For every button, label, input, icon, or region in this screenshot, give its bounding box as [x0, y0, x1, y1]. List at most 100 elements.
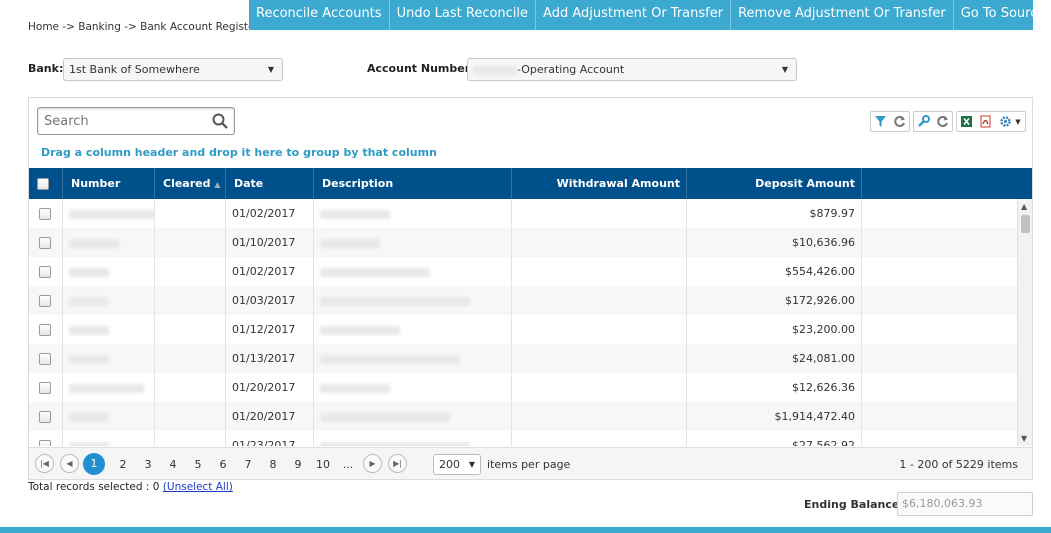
cell-cleared: [155, 431, 226, 446]
page-size-value: 200: [439, 458, 460, 471]
table-row[interactable]: 01/20/2017 $1,914,472.40: [29, 402, 1018, 431]
page-number-4[interactable]: 4: [164, 454, 182, 475]
table-row[interactable]: 01/10/2017 $10,636.96: [29, 228, 1018, 257]
breadcrumb: Home -> Banking -> Bank Account Register: [28, 21, 259, 33]
table-row[interactable]: 01/02/2017 $879.97: [29, 199, 1018, 228]
cell-description: [314, 344, 512, 373]
cell-withdrawal: [512, 199, 687, 228]
excel-export-icon[interactable]: [957, 112, 976, 131]
cell-number: [63, 199, 155, 228]
column-header-cleared[interactable]: Cleared ▲: [155, 168, 226, 199]
ending-balance-field: $6,180,063.93: [897, 492, 1033, 516]
column-header-number[interactable]: Number: [63, 168, 155, 199]
column-header-deposit[interactable]: Deposit Amount: [687, 168, 862, 199]
table-row[interactable]: 01/23/2017 $27,562.92: [29, 431, 1018, 446]
row-checkbox-cell: [29, 286, 63, 315]
cell-description: [314, 431, 512, 446]
cell-spacer: [862, 228, 1018, 257]
cell-description: [314, 257, 512, 286]
account-select[interactable]: -Operating Account ▼: [467, 58, 797, 81]
cell-cleared: [155, 402, 226, 431]
select-all-checkbox[interactable]: [37, 178, 49, 190]
row-checkbox[interactable]: [39, 440, 51, 446]
redacted-number: [69, 209, 154, 219]
pager-summary: 1 - 200 of 5229 items: [899, 458, 1018, 471]
cell-withdrawal: [512, 373, 687, 402]
redacted-number: [69, 238, 119, 248]
scroll-up-icon[interactable]: ▲: [1021, 202, 1027, 211]
remove-adjustment-button[interactable]: Remove Adjustment Or Transfer: [731, 0, 954, 30]
page-number-10[interactable]: 10: [314, 454, 332, 475]
redacted-description: [320, 325, 400, 335]
row-checkbox[interactable]: [39, 208, 51, 220]
redacted-description: [320, 267, 430, 277]
page-number-1[interactable]: 1: [83, 453, 105, 475]
last-page-icon[interactable]: ▶|: [388, 454, 407, 473]
page-number-7[interactable]: 7: [239, 454, 257, 475]
selected-count: Total records selected : 0: [28, 481, 160, 493]
cell-spacer: [862, 315, 1018, 344]
refresh-filter-icon[interactable]: [890, 112, 909, 131]
cell-number: [63, 286, 155, 315]
cell-deposit: $1,914,472.40: [687, 402, 862, 431]
first-page-icon[interactable]: |◀: [35, 454, 54, 473]
search-input[interactable]: [44, 109, 214, 133]
search-icon[interactable]: [212, 113, 228, 129]
reconcile-accounts-button[interactable]: Reconcile Accounts: [249, 0, 390, 30]
page-number-3[interactable]: 3: [139, 454, 157, 475]
cell-description: [314, 199, 512, 228]
bank-select[interactable]: 1st Bank of Somewhere ▼: [63, 58, 283, 81]
table-row[interactable]: 01/03/2017 $172,926.00: [29, 286, 1018, 315]
cell-date: 01/02/2017: [226, 257, 314, 286]
row-checkbox-cell: [29, 257, 63, 286]
page-number-5[interactable]: 5: [189, 454, 207, 475]
chevron-down-icon: ▼: [1015, 117, 1021, 126]
add-adjustment-button[interactable]: Add Adjustment Or Transfer: [536, 0, 732, 30]
page-ellipsis[interactable]: ...: [339, 454, 357, 475]
cell-cleared: [155, 373, 226, 402]
table-row[interactable]: 01/02/2017 $554,426.00: [29, 257, 1018, 286]
page-number-9[interactable]: 9: [289, 454, 307, 475]
page-number-8[interactable]: 8: [264, 454, 282, 475]
row-checkbox[interactable]: [39, 411, 51, 423]
row-checkbox[interactable]: [39, 324, 51, 336]
cell-deposit: $10,636.96: [687, 228, 862, 257]
row-checkbox-cell: [29, 344, 63, 373]
row-checkbox[interactable]: [39, 266, 51, 278]
filter-icon[interactable]: [871, 112, 890, 131]
page-number-2[interactable]: 2: [114, 454, 132, 475]
cell-number: [63, 228, 155, 257]
next-page-icon[interactable]: ▶: [363, 454, 382, 473]
cell-deposit: $879.97: [687, 199, 862, 228]
vertical-scrollbar[interactable]: ▲ ▼: [1017, 199, 1032, 446]
row-checkbox[interactable]: [39, 295, 51, 307]
column-header-withdrawal[interactable]: Withdrawal Amount: [512, 168, 687, 199]
row-checkbox[interactable]: [39, 382, 51, 394]
refresh-settings-icon[interactable]: [933, 112, 952, 131]
go-to-source-button[interactable]: Go To Source: [954, 0, 1051, 30]
page-number-6[interactable]: 6: [214, 454, 232, 475]
row-checkbox[interactable]: [39, 237, 51, 249]
search-box[interactable]: [37, 107, 235, 135]
column-header-spacer: [862, 168, 1032, 199]
redacted-description: [320, 383, 390, 393]
column-header-description[interactable]: Description: [314, 168, 512, 199]
redacted-number: [69, 412, 109, 422]
table-row[interactable]: 01/12/2017 $23,200.00: [29, 315, 1018, 344]
page-size-select[interactable]: 200 ▼: [433, 454, 481, 475]
wrench-icon[interactable]: [914, 112, 933, 131]
redacted-description: [320, 296, 470, 306]
chevron-down-icon: ▼: [468, 460, 475, 469]
unselect-all-link[interactable]: (Unselect All): [163, 481, 233, 493]
gear-icon[interactable]: ▼: [995, 112, 1025, 131]
table-row[interactable]: 01/13/2017 $24,081.00: [29, 344, 1018, 373]
pdf-export-icon[interactable]: [976, 112, 995, 131]
scroll-down-icon[interactable]: ▼: [1021, 434, 1027, 443]
column-header-date[interactable]: Date: [226, 168, 314, 199]
cell-withdrawal: [512, 286, 687, 315]
row-checkbox[interactable]: [39, 353, 51, 365]
table-row[interactable]: 01/20/2017 $12,626.36: [29, 373, 1018, 402]
scroll-thumb[interactable]: [1021, 215, 1030, 233]
undo-last-reconcile-button[interactable]: Undo Last Reconcile: [390, 0, 537, 30]
prev-page-icon[interactable]: ◀: [60, 454, 79, 473]
